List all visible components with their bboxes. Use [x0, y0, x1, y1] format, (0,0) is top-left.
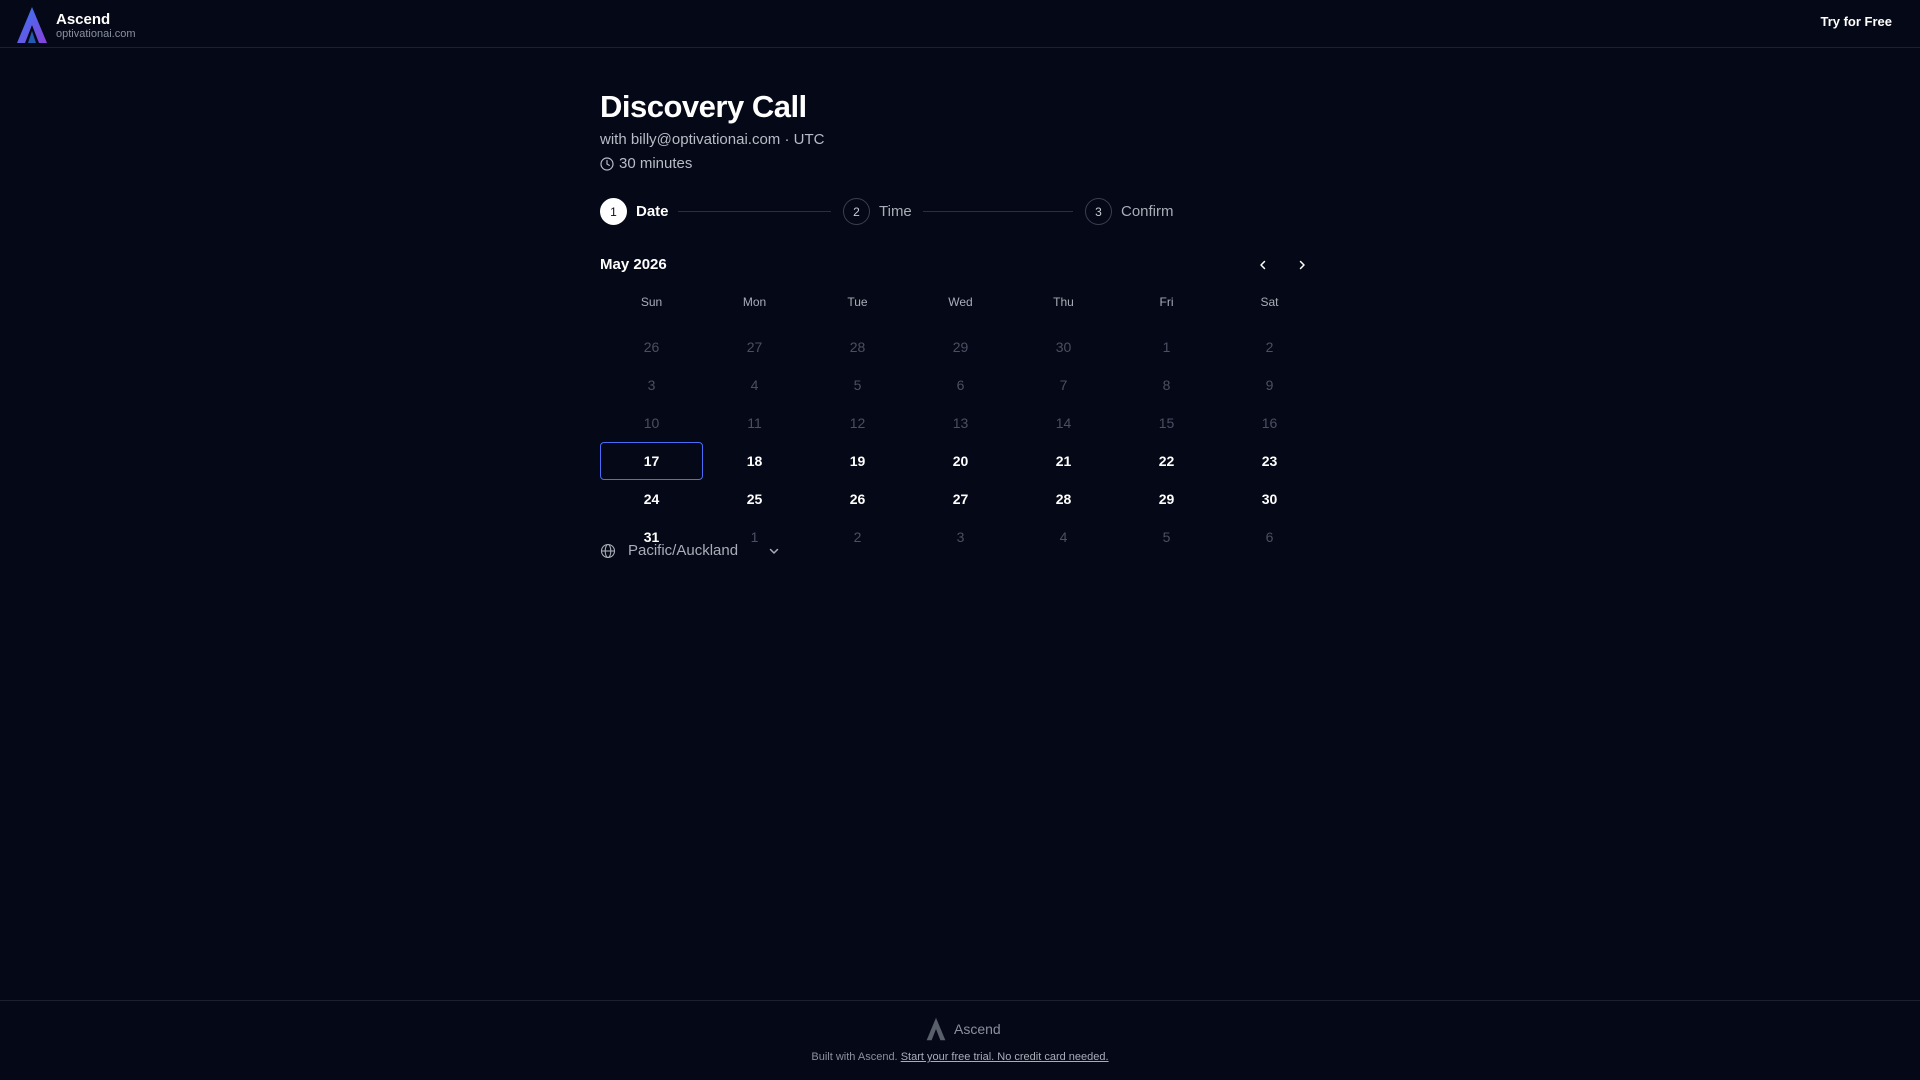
footer: Ascend Built with Ascend. Start your fre…: [0, 1000, 1920, 1080]
brand-domain: optivationai.com: [56, 27, 136, 40]
calendar-day: 10: [643, 415, 660, 431]
chevron-down-icon: [769, 548, 779, 554]
calendar-day[interactable]: 29: [1115, 480, 1218, 518]
step-confirm[interactable]: 3 Confirm: [1085, 198, 1174, 225]
event-duration: 30 minutes: [600, 154, 1312, 174]
calendar-day[interactable]: 22: [1115, 442, 1218, 480]
event-host: with billy@optivationai.com · UTC: [600, 131, 825, 148]
footer-brand-name: Ascend: [954, 1021, 1001, 1037]
calendar-day: 13: [952, 415, 969, 431]
footer-text: Built with Ascend. Start your free trial…: [0, 1051, 1920, 1063]
calendar-day: 30: [1055, 339, 1072, 355]
try-for-free-button[interactable]: Try for Free: [1820, 14, 1892, 29]
calendar-day: 28: [849, 339, 866, 355]
step-number: 2: [843, 198, 870, 225]
calendar-day: 5: [853, 377, 862, 393]
calendar-day: 6: [956, 377, 965, 393]
calendar-day: 11: [747, 415, 762, 431]
calendar-day: 9: [1265, 377, 1274, 393]
calendar-day: 1: [1162, 339, 1171, 355]
calendar-day: 5: [1162, 529, 1171, 545]
calendar-grid: Sun Mon Tue Wed Thu Fri Sat 26 27 28 29 30 1 2…: [600, 290, 1312, 556]
footer-brand[interactable]: Ascend: [926, 1017, 1001, 1041]
step-connector: [923, 211, 1073, 212]
calendar-day[interactable]: 26: [806, 480, 909, 518]
calendar-day: 3: [956, 529, 965, 545]
step-date[interactable]: 1 Date: [600, 198, 669, 225]
calendar-day[interactable]: 20: [909, 442, 1012, 480]
timezone-select[interactable]: Pacific/Auckland: [600, 542, 780, 559]
weekday-header: Sun: [640, 295, 663, 309]
timezone-label: Pacific/Auckland: [628, 542, 739, 559]
calendar-day: 3: [647, 377, 656, 393]
stepper: 1 Date 2 Time 3 Confirm: [600, 198, 1200, 226]
step-number: 3: [1085, 198, 1112, 225]
built-with-text: Built with Ascend.: [811, 1051, 898, 1063]
calendar-day: 4: [750, 377, 759, 393]
calendar-day[interactable]: 21: [1012, 442, 1115, 480]
brand-name: Ascend: [56, 10, 111, 28]
weekday-header: Fri: [1159, 295, 1174, 309]
calendar-day-selected[interactable]: 17: [600, 442, 703, 480]
calendar-day: 4: [1059, 529, 1068, 545]
calendar-day[interactable]: 25: [703, 480, 806, 518]
step-connector: [678, 211, 831, 212]
calendar-day[interactable]: 28: [1012, 480, 1115, 518]
step-label: Time: [879, 203, 912, 220]
calendar-day[interactable]: 23: [1218, 442, 1321, 480]
month-label: May 2026: [600, 256, 667, 273]
calendar-day: 14: [1055, 415, 1072, 431]
weekday-header: Wed: [948, 295, 973, 309]
calendar-day: 2: [853, 529, 862, 545]
calendar-header: May 2026: [600, 254, 1312, 278]
globe-icon: [600, 543, 616, 558]
brand[interactable]: Ascend optivationai.com: [16, 6, 136, 44]
chevron-right-icon: [1299, 260, 1305, 270]
calendar-day: 8: [1162, 377, 1171, 393]
event-title: Discovery Call: [600, 89, 807, 124]
calendar-day: 15: [1158, 415, 1175, 431]
step-number: 1: [600, 198, 627, 225]
weekday-header: Sat: [1260, 295, 1279, 309]
calendar-day: 2: [1265, 339, 1274, 355]
calendar-day: 29: [952, 339, 969, 355]
weekday-header: Thu: [1053, 295, 1074, 309]
calendar-day: 7: [1059, 377, 1068, 393]
duration-label: 30 minutes: [619, 155, 693, 172]
ascend-logo-icon: [926, 1017, 946, 1041]
calendar-day[interactable]: 27: [909, 480, 1012, 518]
free-trial-link[interactable]: Start your free trial. No credit card ne…: [901, 1051, 1109, 1063]
calendar-day: 6: [1265, 529, 1274, 545]
calendar-day: 12: [849, 415, 866, 431]
clock-icon: [600, 157, 614, 171]
previous-month-button[interactable]: [1252, 254, 1274, 276]
next-month-button[interactable]: [1291, 254, 1313, 276]
calendar-day: 27: [746, 339, 763, 355]
date-picker: May 2026 Sun Mon Tue Wed Thu Fri Sat 26 2…: [600, 254, 1312, 556]
step-time[interactable]: 2 Time: [843, 198, 912, 225]
step-label: Date: [636, 203, 669, 220]
calendar-day[interactable]: 19: [806, 442, 909, 480]
calendar-day[interactable]: 24: [600, 480, 703, 518]
top-bar: Ascend optivationai.com Try for Free: [0, 0, 1920, 48]
calendar-day[interactable]: 30: [1218, 480, 1321, 518]
chevron-left-icon: [1260, 260, 1266, 270]
step-label: Confirm: [1121, 203, 1174, 220]
ascend-logo-icon: [17, 7, 47, 43]
weekday-header: Tue: [847, 295, 868, 309]
calendar-day: 16: [1261, 415, 1278, 431]
calendar-day: 26: [643, 339, 660, 355]
calendar-day[interactable]: 18: [703, 442, 806, 480]
booking-panel: Discovery Call with billy@optivationai.c…: [600, 88, 1312, 559]
weekday-header: Mon: [742, 295, 767, 309]
